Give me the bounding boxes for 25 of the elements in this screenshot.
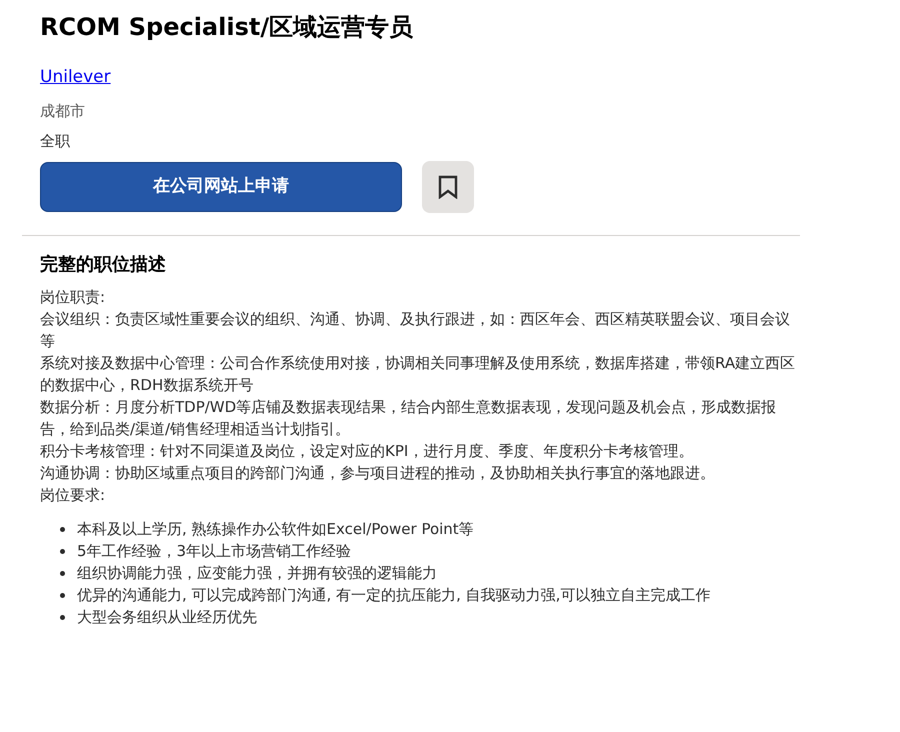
description-paragraph: 会议组织：负责区域性重要会议的组织、沟通、协调、及执行跟进，如：西区年会、西区精英联盟会议、项目会议等 xyxy=(40,309,791,352)
description-paragraph: 岗位要求: xyxy=(40,485,106,506)
bullet-icon xyxy=(60,571,65,576)
bullet-icon xyxy=(60,549,65,554)
bullet-icon xyxy=(60,593,65,598)
requirement-item: 优异的沟通能力, 可以完成跨部门沟通, 有一定的抗压能力, 自我驱动力强,可以独立自主完成工作 xyxy=(77,585,710,606)
bookmark-icon xyxy=(438,175,458,199)
description-paragraph: 数据分析：月度分析TDP/WD等店铺及数据表现结果，结合内部生意数据表现，发现问题及机会点，形成数据报告，给到品类/渠道/销售经理相适当计划指引。 xyxy=(40,397,778,440)
section-heading: 完整的职位描述 xyxy=(40,254,167,276)
apply-button[interactable]: 在公司网站上申请 xyxy=(40,162,402,212)
bullet-icon xyxy=(60,615,65,620)
description-paragraph: 岗位职责: xyxy=(40,287,106,308)
job-location: 成都市 xyxy=(40,101,86,121)
description-paragraph: 积分卡考核管理：针对不同渠道及岗位，设定对应的KPI，进行月度、季度、年度积分卡考核管理。 xyxy=(40,441,694,462)
requirement-item: 5年工作经验，3年以上市场营销工作经验 xyxy=(77,541,352,562)
requirement-item: 组织协调能力强，应变能力强，并拥有较强的逻辑能力 xyxy=(77,563,437,584)
bullet-icon xyxy=(60,527,65,532)
requirement-item: 本科及以上学历, 熟练操作办公软件如Excel/Power Point等 xyxy=(77,519,474,540)
company-link[interactable]: Unilever xyxy=(40,66,111,88)
description-paragraph: 系统对接及数据中心管理：公司合作系统使用对接，协调相关同事理解及使用系统，数据库搭建，带领RA建立西区的数据中心，RDH数据系统开号 xyxy=(40,353,796,396)
save-job-button[interactable] xyxy=(422,161,474,213)
requirement-item: 大型会务组织从业经历优先 xyxy=(77,607,257,628)
job-title: RCOM Specialist/区域运营专员 xyxy=(40,12,414,43)
job-type: 全职 xyxy=(40,131,71,151)
description-paragraph: 沟通协调：协助区域重点项目的跨部门沟通，参与项目进程的推动，及协助相关执行事宜的落地跟进。 xyxy=(40,463,716,484)
